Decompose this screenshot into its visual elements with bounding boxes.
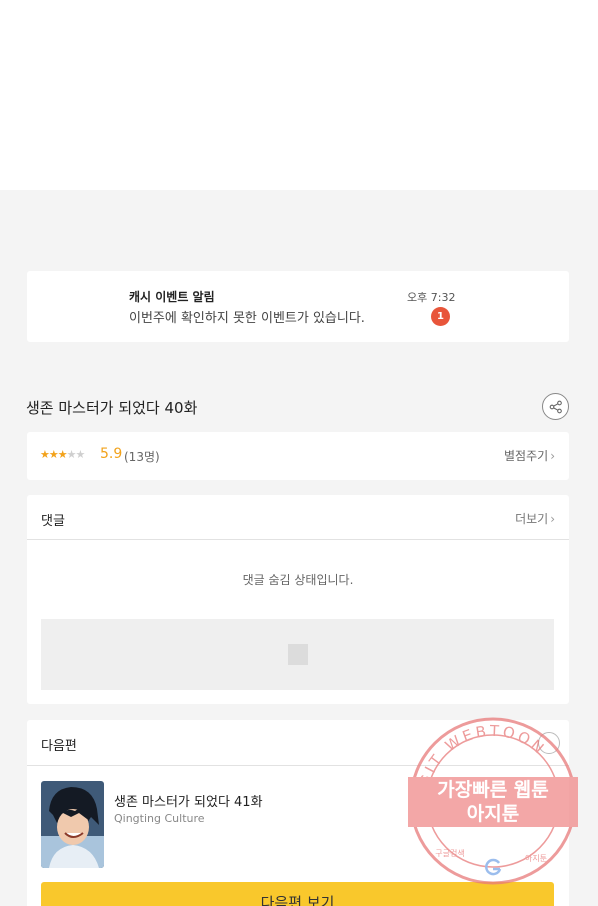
next-episode-thumbnail[interactable] bbox=[41, 781, 104, 868]
star-rating: ★★★★★ bbox=[40, 448, 86, 461]
next-episode-label: 다음편 bbox=[41, 739, 77, 754]
comments-header: 댓글 더보기 › bbox=[27, 495, 569, 540]
notification-message: 이번주에 확인하지 못한 이벤트가 있습니다. bbox=[129, 311, 365, 326]
notification-title: 캐시 이벤트 알림 bbox=[129, 290, 215, 304]
star-icon: ★ bbox=[66, 448, 77, 461]
share-icon bbox=[549, 400, 562, 413]
next-episode-author: Qingting Culture bbox=[114, 812, 205, 825]
rating-score: 5.9 bbox=[100, 446, 123, 462]
cash-event-notification[interactable]: 캐시 이벤트 알림 이번주에 확인하지 못한 이벤트가 있습니다. 오후 7:3… bbox=[27, 271, 569, 342]
comments-label: 댓글 bbox=[41, 514, 65, 529]
watermark-line-2: 아지툰 bbox=[467, 803, 519, 825]
content-area-top bbox=[0, 0, 598, 190]
comments-card: 댓글 더보기 › 댓글 숨김 상태입니다. bbox=[27, 495, 569, 704]
chevron-right-icon: › bbox=[550, 512, 555, 526]
notification-badge: 1 bbox=[431, 307, 450, 326]
star-icon: ★ bbox=[75, 448, 86, 461]
watermark-bottom-left: 구글검색 bbox=[435, 848, 464, 858]
rate-button[interactable]: 별점주기 › bbox=[504, 447, 555, 464]
watermark-bottom-right: 아지툰 bbox=[525, 853, 547, 863]
star-icon: ★ bbox=[40, 448, 50, 461]
episode-title: 생존 마스터가 되었다 40화 bbox=[26, 399, 198, 417]
comments-more-link[interactable]: 더보기 › bbox=[515, 510, 555, 527]
share-button[interactable] bbox=[542, 393, 569, 420]
next-episode-title: 생존 마스터가 되었다 41화 bbox=[114, 795, 263, 810]
image-placeholder-icon bbox=[288, 644, 308, 665]
chevron-right-icon: › bbox=[550, 449, 555, 463]
watermark-line-1: 가장빠른 웹툰 bbox=[437, 779, 549, 801]
star-icon: ★ bbox=[57, 448, 68, 461]
comments-more-label: 더보기 bbox=[515, 512, 549, 526]
thumbnail-image bbox=[41, 781, 104, 868]
rate-button-label: 별점주기 bbox=[504, 449, 549, 463]
notification-time: 오후 7:32 bbox=[407, 291, 456, 304]
agit-webtoon-watermark-stamp: AGIT WEBTOON 가장빠른 웹툰 아지툰 구글검색 아지툰 bbox=[408, 717, 578, 885]
comments-hidden-message: 댓글 숨김 상태입니다. bbox=[242, 573, 354, 587]
rating-card: ★★★★★ 5.9 (13명) 별점주기 › bbox=[27, 432, 569, 480]
star-icon: ★ bbox=[48, 448, 59, 461]
ad-placeholder[interactable] bbox=[41, 619, 554, 690]
rating-count: (13명) bbox=[124, 450, 160, 464]
